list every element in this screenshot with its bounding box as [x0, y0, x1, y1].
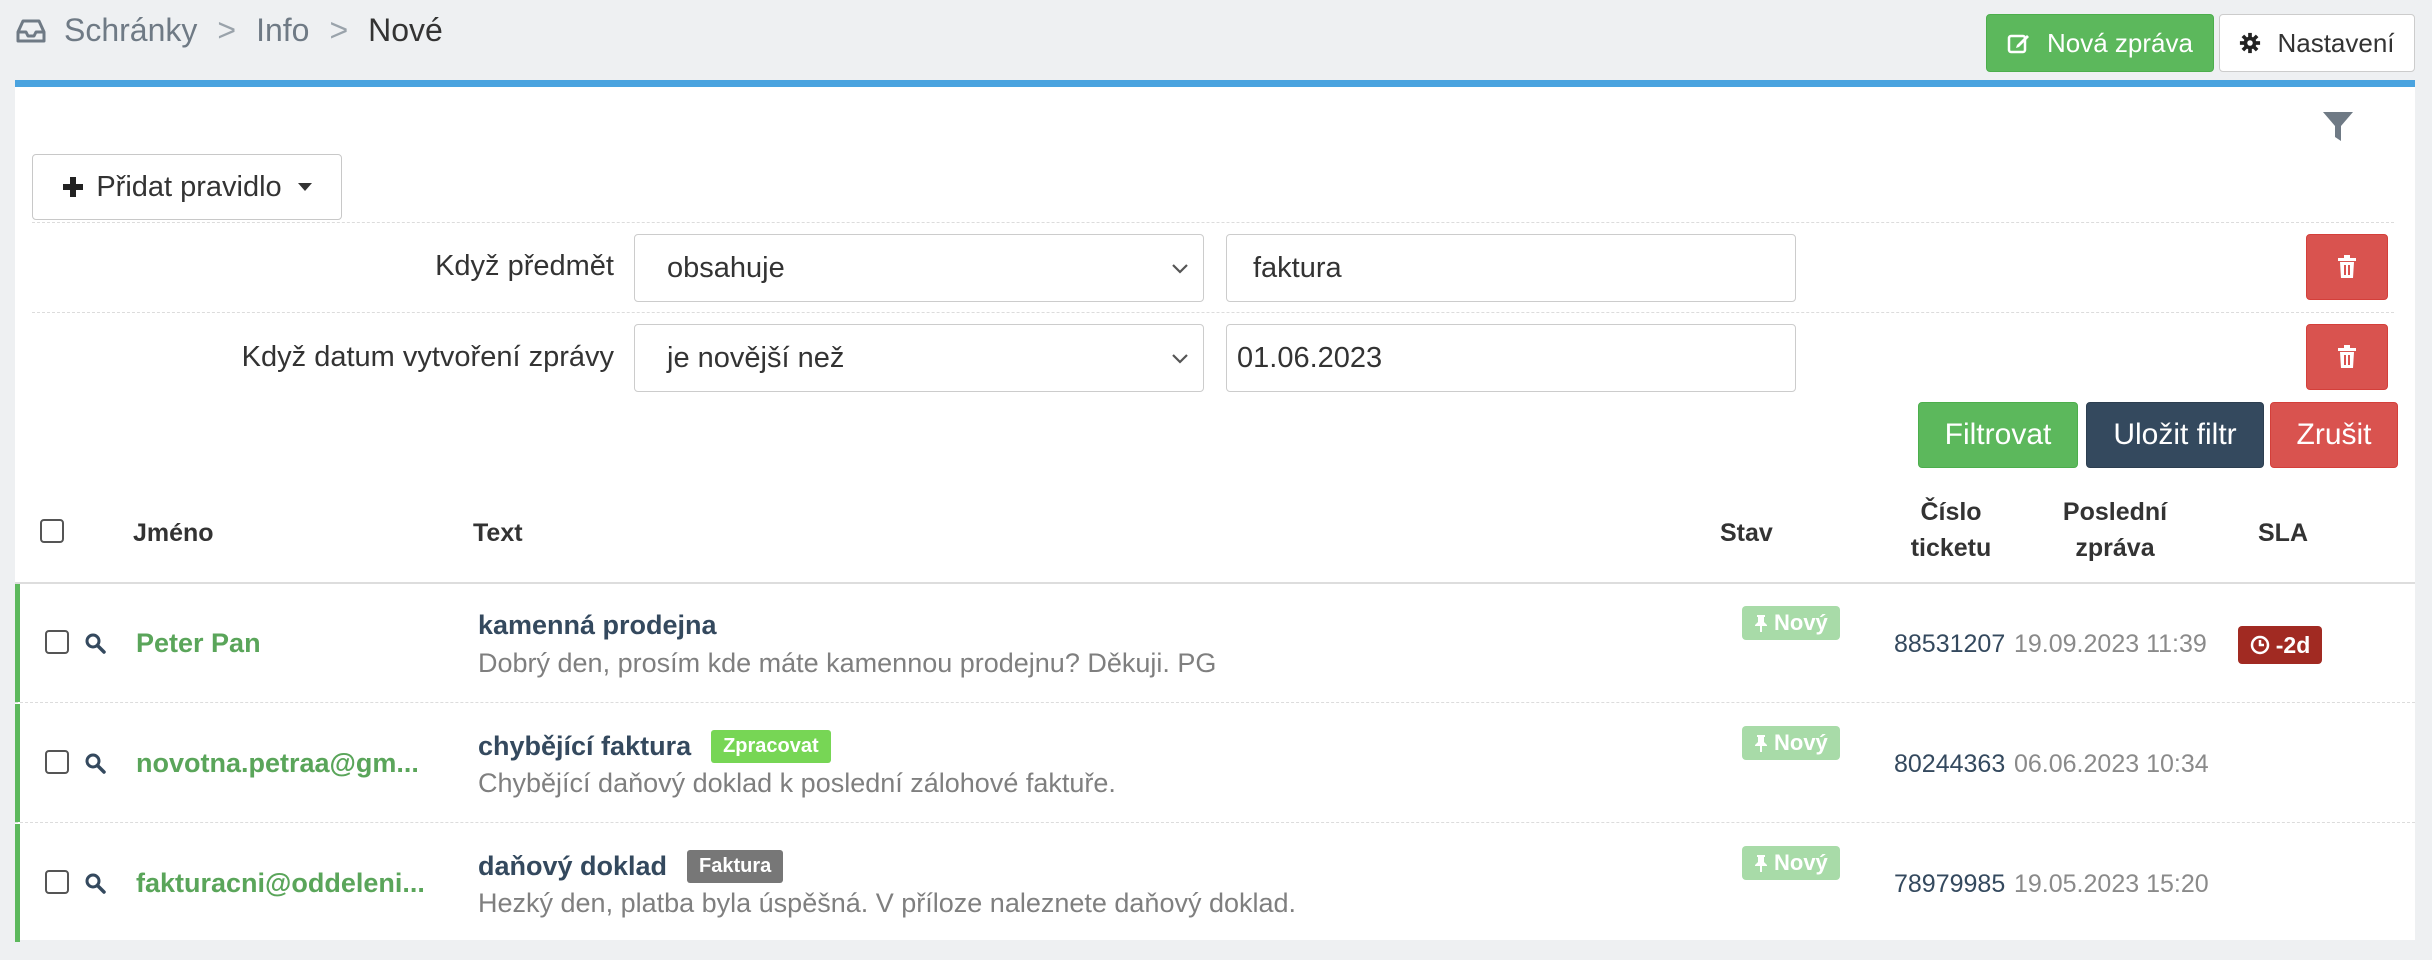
- divider: [32, 312, 2394, 313]
- rule-operator-select-created-date[interactable]: je novější než: [634, 324, 1204, 392]
- table-row[interactable]: Peter Pan kamenná prodejna Dobrý den, pr…: [15, 584, 2415, 702]
- message-snippet: Chybějící daňový doklad k poslední záloh…: [478, 768, 1116, 798]
- message-subject-text: kamenná prodejna: [478, 610, 717, 640]
- status-badge: Nový: [1742, 846, 1840, 880]
- pin-icon: [1755, 735, 1767, 752]
- select-all-checkbox[interactable]: [40, 519, 64, 543]
- last-message-date: 19.09.2023 11:39: [2014, 630, 2207, 658]
- new-message-button[interactable]: Nová zpráva: [1986, 14, 2214, 72]
- inbox-icon: [16, 19, 46, 42]
- column-header-last-message-line: Poslední: [2062, 498, 2168, 526]
- add-rule-button[interactable]: Přidat pravidlo: [32, 154, 342, 220]
- last-message-date: 19.05.2023 15:20: [2014, 870, 2209, 898]
- status-badge-label: Nový: [1774, 850, 1828, 875]
- mailbox-page: Schránky > Info > Nové Nová zpráva Nasta…: [0, 0, 2432, 960]
- column-header-sla[interactable]: SLA: [2258, 519, 2308, 548]
- column-header-text[interactable]: Text: [473, 519, 523, 548]
- rule-value: faktura: [1253, 251, 1342, 284]
- sla-badge-label: -2d: [2275, 631, 2311, 658]
- chevron-down-icon: [1172, 354, 1188, 364]
- status-badge-label: Nový: [1774, 730, 1828, 755]
- last-message-date: 06.06.2023 10:34: [2014, 750, 2209, 778]
- filter-icon[interactable]: [2322, 110, 2354, 144]
- add-rule-label: Přidat pravidlo: [96, 170, 282, 203]
- status-badge-label: Nový: [1774, 610, 1828, 635]
- rule-value-input-subject[interactable]: faktura: [1226, 234, 1796, 302]
- message-subject-text: daňový doklad: [478, 851, 668, 881]
- message-subject[interactable]: daňový doklad Faktura: [478, 850, 784, 883]
- table-row[interactable]: novotna.petraa@gm... chybějící faktura Z…: [15, 704, 2415, 822]
- column-header-name[interactable]: Jméno: [133, 519, 214, 548]
- new-message-label: Nová zpráva: [2047, 27, 2193, 58]
- pin-icon: [1755, 615, 1767, 632]
- row-divider: [15, 822, 2415, 823]
- status-badge: Nový: [1742, 726, 1840, 760]
- breadcrumb: Schránky > Info > Nové: [16, 12, 443, 49]
- rule-operator-value: je novější než: [667, 341, 845, 374]
- column-header-last-message-line: zpráva: [2075, 534, 2155, 562]
- trash-icon: [2338, 255, 2356, 278]
- clock-icon: [2250, 635, 2269, 655]
- edit-icon: [2007, 34, 2030, 54]
- sender-name[interactable]: Peter Pan: [136, 628, 261, 659]
- trash-icon: [2338, 345, 2356, 368]
- breadcrumb-item-info[interactable]: Info: [256, 12, 309, 49]
- gear-icon: [2240, 32, 2261, 54]
- rule-operator-select-subject[interactable]: obsahuje: [634, 234, 1204, 302]
- table-row[interactable]: fakturacni@oddeleni... daňový doklad Fak…: [15, 824, 2415, 942]
- message-tag: Faktura: [687, 850, 784, 883]
- save-filter-button[interactable]: Uložit filtr: [2086, 402, 2264, 468]
- column-header-ticket-line: ticketu: [1910, 534, 1992, 562]
- breadcrumb-separator: >: [217, 12, 237, 48]
- apply-filter-button[interactable]: Filtrovat: [1918, 402, 2078, 468]
- delete-rule-button[interactable]: [2306, 234, 2388, 300]
- message-subject[interactable]: chybějící faktura Zpracovat: [478, 730, 831, 763]
- column-header-status[interactable]: Stav: [1720, 519, 1773, 548]
- message-subject[interactable]: kamenná prodejna: [478, 610, 717, 641]
- column-header-ticket-line: Číslo: [1920, 498, 1982, 526]
- settings-label: Nastavení: [2277, 27, 2395, 58]
- rule-label-created-date: Když datum vytvoření zprávy: [241, 341, 614, 373]
- rule-label-subject: Když předmět: [435, 250, 614, 282]
- settings-button[interactable]: Nastavení: [2219, 14, 2415, 72]
- search-icon[interactable]: [84, 872, 106, 894]
- message-snippet: Hezký den, platba byla úspěšná. V příloz…: [478, 888, 1297, 918]
- cancel-filter-button[interactable]: Zrušit: [2270, 402, 2398, 468]
- chevron-down-icon: [297, 183, 312, 191]
- chevron-down-icon: [1172, 264, 1188, 274]
- column-header-ticket[interactable]: Číslo ticketu: [1896, 494, 2006, 566]
- pin-icon: [1755, 855, 1767, 872]
- status-badge: Nový: [1742, 606, 1840, 640]
- sender-name[interactable]: fakturacni@oddeleni...: [136, 868, 425, 899]
- row-divider: [15, 702, 2415, 703]
- rule-operator-value: obsahuje: [667, 251, 785, 284]
- row-checkbox[interactable]: [45, 870, 69, 894]
- rule-value-input-created-date[interactable]: 01.06.2023: [1226, 324, 1796, 392]
- top-bar: Schránky > Info > Nové Nová zpráva Nasta…: [0, 0, 2432, 80]
- search-icon[interactable]: [84, 752, 106, 774]
- delete-rule-button[interactable]: [2306, 324, 2388, 390]
- ticket-number: 88531207: [1894, 630, 2006, 658]
- sender-name[interactable]: novotna.petraa@gm...: [136, 748, 419, 779]
- column-header-last-message[interactable]: Poslední zpráva: [2050, 494, 2180, 566]
- message-tag: Zpracovat: [711, 730, 831, 763]
- message-snippet: Dobrý den, prosím kde máte kamennou prod…: [478, 648, 1217, 678]
- rule-value: 01.06.2023: [1237, 341, 1383, 374]
- plus-icon: [63, 177, 84, 197]
- row-checkbox[interactable]: [45, 750, 69, 774]
- sla-badge: -2d: [2238, 626, 2322, 664]
- message-subject-text: chybějící faktura: [478, 731, 692, 761]
- breadcrumb-item-schranky[interactable]: Schránky: [64, 12, 197, 49]
- search-icon[interactable]: [84, 632, 106, 654]
- ticket-number: 78979985: [1894, 870, 2006, 898]
- divider: [32, 222, 2394, 223]
- ticket-number: 80244363: [1894, 750, 2006, 778]
- breadcrumb-current: Nové: [368, 12, 443, 48]
- breadcrumb-separator: >: [329, 12, 349, 48]
- row-checkbox[interactable]: [45, 630, 69, 654]
